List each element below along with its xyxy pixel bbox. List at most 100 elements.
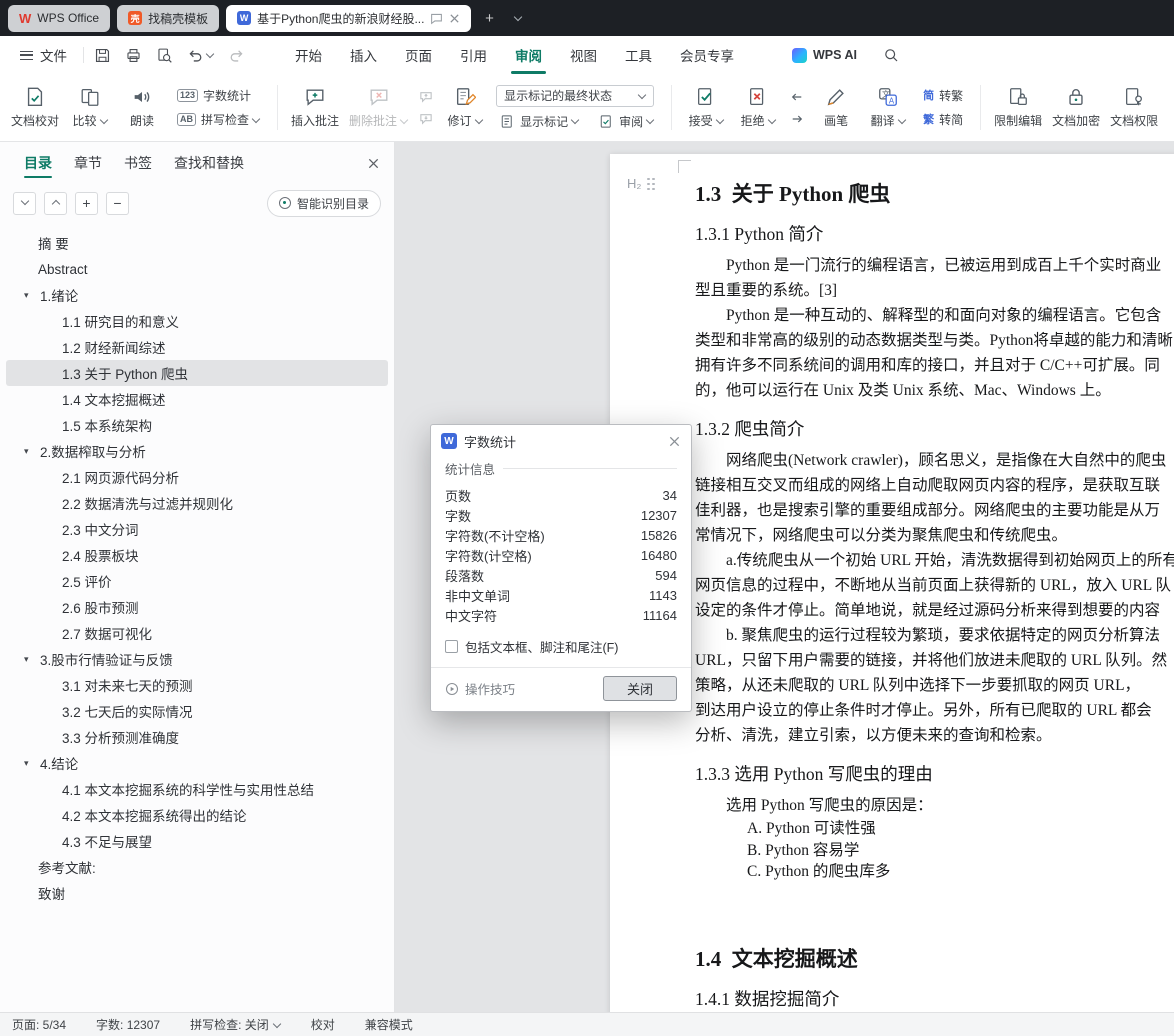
document-page[interactable]: H₂ 1.3 关于 Python 爬虫 1.3.1 Python 简介 Python… [610, 154, 1174, 1012]
close-dialog-button[interactable]: 关闭 [603, 676, 677, 701]
expand-level-button[interactable]: + [75, 191, 98, 215]
prev-comment-button[interactable] [416, 89, 436, 105]
show-markup-button[interactable]: 显示标记 [496, 112, 583, 131]
undo-button[interactable] [187, 47, 214, 64]
outline-item[interactable]: 2.4 股票板块 [6, 542, 388, 568]
outline-item[interactable]: 3.1 对未来七天的预测 [6, 672, 388, 698]
outline-item[interactable]: 致谢 [6, 880, 388, 906]
restrict-edit-button[interactable]: 限制编辑 [989, 79, 1047, 136]
dialog-close-icon[interactable] [668, 435, 681, 448]
spellcheck-toggle[interactable]: 拼写检查: 关闭 [190, 1016, 281, 1033]
include-footnotes-checkbox[interactable]: 包括文本框、脚注和尾注(F) [445, 637, 677, 656]
print-button[interactable] [125, 47, 142, 64]
encrypt-button[interactable]: 文档加密 [1047, 79, 1105, 136]
word-count-indicator[interactable]: 字数: 12307 [96, 1016, 160, 1033]
track-changes-button[interactable]: 修订 [439, 79, 491, 136]
outline-item[interactable]: 2.5 评价 [6, 568, 388, 594]
close-pane-icon[interactable] [367, 157, 380, 170]
to-traditional-button[interactable]: 简 转繁 [919, 86, 967, 105]
outline-item[interactable]: 1.2 财经新闻综述 [6, 334, 388, 360]
outline-item[interactable]: ▾ 3.股市行情验证与反馈 [6, 646, 388, 672]
menu-tab[interactable]: 页面 [391, 36, 446, 74]
outline-item[interactable]: 4.2 本文本挖掘系统得出的结论 [6, 802, 388, 828]
outline-item[interactable]: Abstract [6, 256, 388, 282]
outline-expand-arrow[interactable]: ▾ [24, 290, 40, 301]
doc-permission-button[interactable]: 文档权限 [1105, 79, 1163, 136]
proofread-button[interactable]: 校对 [311, 1016, 335, 1033]
outline-item[interactable]: 2.7 数据可视化 [6, 620, 388, 646]
review-menu-button[interactable]: 审阅 [595, 112, 658, 131]
menu-tab[interactable]: 插入 [336, 36, 391, 74]
outline-expand-arrow[interactable]: ▾ [24, 654, 40, 665]
outline-item[interactable]: 1.5 本系统架构 [6, 412, 388, 438]
pane-tab[interactable]: 查找和替换 [164, 142, 254, 184]
outline-expand-arrow[interactable]: ▾ [24, 758, 40, 769]
menu-tab[interactable]: 开始 [281, 36, 336, 74]
outline-item[interactable]: 2.1 网页源代码分析 [6, 464, 388, 490]
dialog-titlebar[interactable]: W 字数统计 [431, 425, 691, 457]
menu-tab[interactable]: 视图 [556, 36, 611, 74]
outline-item[interactable]: 4.1 本文本挖掘系统的科学性与实用性总结 [6, 776, 388, 802]
outline-item[interactable]: 2.2 数据清洗与过滤并规则化 [6, 490, 388, 516]
wps-ai-button[interactable]: WPS AI [792, 47, 857, 63]
markup-state-select[interactable]: 显示标记的最终状态 [496, 84, 655, 107]
document-text-block: 分析、清洗，建立引索，以方便未来的查询和检索。 [695, 727, 1052, 744]
read-aloud-button[interactable]: 朗读 [116, 79, 168, 136]
outline-item[interactable]: 1.1 研究目的和意义 [6, 308, 388, 334]
pane-tab[interactable]: 章节 [64, 142, 112, 184]
outline-item[interactable]: 4.3 不足与展望 [6, 828, 388, 854]
tab-wps-home[interactable]: W WPS Office [8, 4, 111, 32]
prev-change-button[interactable] [787, 89, 807, 105]
tab-template-site[interactable]: 壳 找稿壳模板 [117, 4, 220, 32]
next-comment-button[interactable] [416, 111, 436, 127]
redo-button[interactable] [228, 47, 245, 64]
insert-comment-button[interactable]: 插入批注 [286, 79, 344, 136]
outline-item[interactable]: ▾ 4.结论 [6, 750, 388, 776]
page-indicator[interactable]: 页面: 5/34 [12, 1016, 66, 1033]
outline-item[interactable]: 1.3 关于 Python 爬虫 [6, 360, 388, 386]
pen-button[interactable]: 画笔 [810, 79, 862, 136]
tab-list-chevron-icon[interactable] [507, 7, 529, 29]
menu-tab[interactable]: 审阅 [501, 36, 556, 74]
doc-proofing-button[interactable]: 文档校对 [6, 79, 64, 136]
outline-item[interactable]: ▾ 2.数据榨取与分析 [6, 438, 388, 464]
checkbox[interactable] [445, 640, 458, 653]
menu-tab[interactable]: 引用 [446, 36, 501, 74]
outline-item[interactable]: 1.4 文本挖掘概述 [6, 386, 388, 412]
outline-item[interactable]: 3.2 七天后的实际情况 [6, 698, 388, 724]
menu-tab[interactable]: 工具 [611, 36, 666, 74]
pane-tab[interactable]: 书签 [114, 142, 162, 184]
pane-tab[interactable]: 目录 [14, 142, 62, 184]
heading-level-handle[interactable]: H₂ [627, 176, 655, 191]
print-preview-button[interactable] [156, 47, 173, 64]
accept-button[interactable]: 接受 [680, 79, 732, 136]
new-tab-button[interactable]: + [478, 7, 500, 29]
next-change-button[interactable] [787, 111, 807, 127]
to-simplified-button[interactable]: 繁 转简 [919, 110, 967, 129]
file-menu-button[interactable]: 文件 [12, 45, 75, 65]
compare-button[interactable]: 比较 [64, 79, 116, 136]
compat-mode-indicator[interactable]: 兼容模式 [365, 1016, 413, 1033]
reject-button[interactable]: 拒绝 [732, 79, 784, 136]
outline-item[interactable]: ▾ 1.绪论 [6, 282, 388, 308]
search-button[interactable] [883, 47, 899, 63]
delete-comment-button[interactable]: 删除批注 [344, 79, 413, 136]
translate-button[interactable]: 文A 翻译 [862, 79, 914, 136]
outline-item[interactable]: 参考文献: [6, 854, 388, 880]
outline-expand-arrow[interactable]: ▾ [24, 446, 40, 457]
word-count-button[interactable]: 123 字数统计 [173, 86, 264, 105]
collapse-level-button[interactable]: − [106, 191, 129, 215]
menu-tab[interactable]: 会员专享 [666, 36, 748, 74]
spell-check-button[interactable]: AB 拼写检查 [173, 110, 264, 129]
outline-item[interactable]: 摘 要 [6, 230, 388, 256]
outline-item[interactable]: 2.3 中文分词 [6, 516, 388, 542]
expand-all-button[interactable] [13, 191, 36, 215]
smart-toc-button[interactable]: 智能识别目录 [266, 189, 381, 217]
collapse-all-button[interactable] [44, 191, 67, 215]
tips-link[interactable]: 操作技巧 [445, 679, 515, 698]
close-tab-icon[interactable] [449, 13, 460, 24]
outline-item[interactable]: 2.6 股市预测 [6, 594, 388, 620]
tab-document[interactable]: W 基于Python爬虫的新浪财经股... [226, 4, 472, 32]
save-button[interactable] [94, 47, 111, 64]
outline-item[interactable]: 3.3 分析预测准确度 [6, 724, 388, 750]
